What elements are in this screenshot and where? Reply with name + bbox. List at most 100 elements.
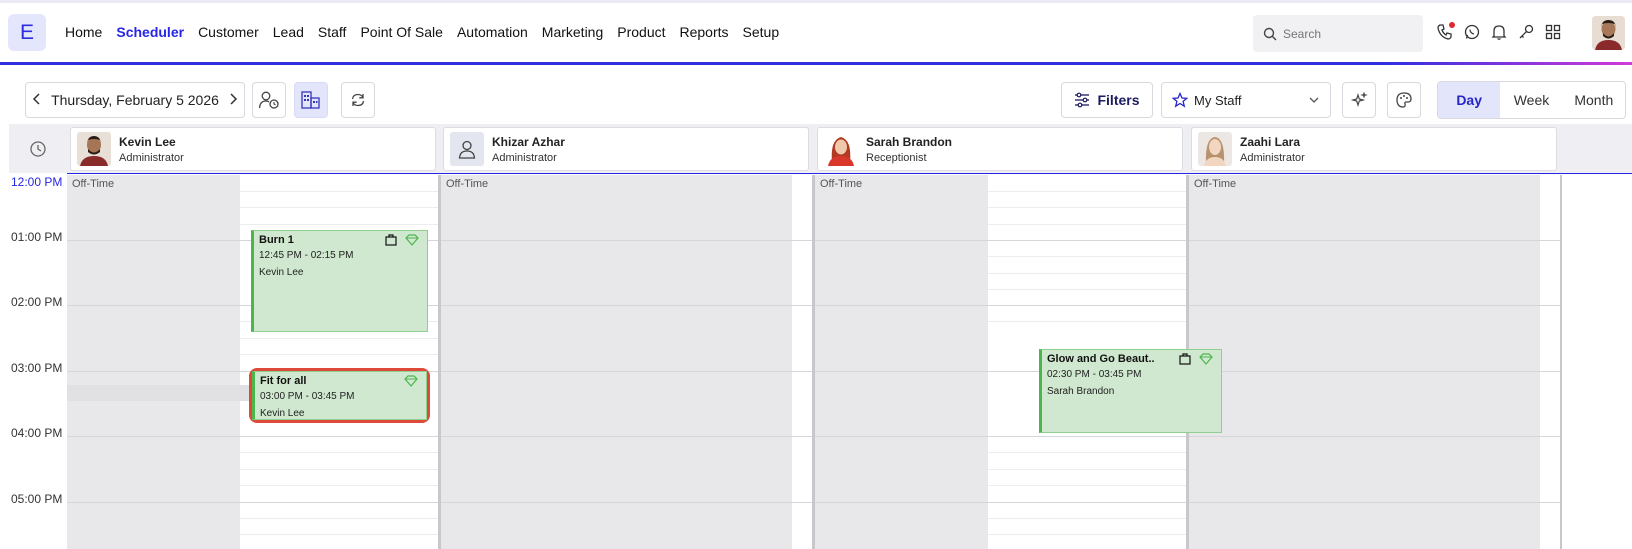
nav-home[interactable]: Home	[65, 24, 102, 40]
staff-role: Administrator	[1240, 151, 1305, 164]
theme-button[interactable]	[1387, 82, 1421, 118]
notification-dot	[1449, 22, 1455, 28]
slot-line	[240, 354, 438, 355]
nav-staff[interactable]: Staff	[318, 24, 347, 40]
refresh-icon	[351, 93, 365, 107]
staff-column-zaahi-lara[interactable]: Off-Time	[1189, 175, 1560, 549]
nav-scheduler[interactable]: Scheduler	[116, 24, 184, 40]
view-day-tab[interactable]: Day	[1438, 82, 1501, 118]
next-day-icon[interactable]	[222, 92, 244, 108]
appointment-time: 02:30 PM - 03:45 PM	[1047, 369, 1142, 380]
appointment-staff: Kevin Lee	[260, 408, 305, 419]
nav-accent-line	[0, 62, 1632, 65]
off-time-label: Off-Time	[1194, 178, 1237, 190]
slot-line	[988, 534, 1186, 535]
hour-line	[1189, 502, 1560, 503]
apps-grid-icon[interactable]	[1544, 23, 1562, 41]
slot-line	[240, 338, 438, 339]
hour-line	[1189, 436, 1560, 437]
nav-marketing[interactable]: Marketing	[542, 24, 603, 40]
nav-setup[interactable]: Setup	[743, 24, 780, 40]
current-time-line	[67, 173, 1632, 174]
key-icon[interactable]	[1517, 23, 1535, 41]
scheduler-toolbar: Thursday, February 5 2026 Filters My Sta…	[0, 74, 1632, 124]
slot-line	[988, 321, 1186, 322]
nav-product[interactable]: Product	[617, 24, 665, 40]
staff-select[interactable]: My Staff	[1161, 82, 1331, 118]
filters-label: Filters	[1097, 92, 1140, 108]
nav-point-of-sale[interactable]: Point Of Sale	[360, 24, 443, 40]
staff-avatar	[77, 132, 111, 166]
top-navigation-bar: E Home Scheduler Customer Lead Staff Poi…	[0, 0, 1632, 65]
time-label: 12:00 PM	[11, 175, 63, 189]
hour-line	[67, 502, 438, 503]
staff-role: Receptionist	[866, 151, 927, 164]
hour-line	[441, 436, 812, 437]
package-icon	[1179, 353, 1191, 365]
refresh-button[interactable]	[341, 82, 375, 118]
nav-lead[interactable]: Lead	[273, 24, 304, 40]
staff-availability-button[interactable]	[252, 82, 286, 118]
time-label: 02:00 PM	[11, 295, 63, 309]
view-switcher: Day Week Month	[1437, 81, 1626, 119]
appointment-fit-for-all[interactable]: Fit for all 03:00 PM - 03:45 PM Kevin Le…	[252, 371, 427, 420]
off-time-block: Off-Time	[441, 175, 792, 549]
staff-header-kevin-lee[interactable]: Kevin Lee Administrator	[70, 127, 436, 171]
off-time-block: Off-Time	[67, 175, 240, 549]
nav-reports[interactable]: Reports	[680, 24, 729, 40]
column-separator	[1560, 175, 1562, 549]
slot-line	[988, 224, 1186, 225]
staff-role: Administrator	[119, 151, 184, 164]
current-date[interactable]: Thursday, February 5 2026	[48, 92, 222, 108]
off-time-block: Off-Time	[815, 175, 988, 549]
view-month-tab[interactable]: Month	[1563, 82, 1625, 118]
nav-automation[interactable]: Automation	[457, 24, 528, 40]
slot-line	[988, 452, 1186, 453]
search-input[interactable]	[1283, 26, 1403, 41]
staff-select-value: My Staff	[1194, 92, 1242, 108]
staff-header-sarah-brandon[interactable]: Sarah Brandon Receptionist	[817, 127, 1183, 171]
slot-line	[240, 191, 438, 192]
slot-line	[240, 485, 438, 486]
hour-line	[441, 305, 812, 306]
hour-line	[67, 436, 438, 437]
appointment-glow-and-go[interactable]: Glow and Go Beaut.. 02:30 PM - 03:45 PM …	[1039, 349, 1222, 433]
slot-line	[988, 518, 1186, 519]
slot-line	[988, 469, 1186, 470]
slot-line	[988, 289, 1186, 290]
user-clock-icon	[258, 91, 279, 109]
hour-line	[1189, 240, 1560, 241]
whatsapp-icon[interactable]	[1463, 23, 1481, 41]
sliders-icon	[1075, 92, 1090, 108]
prev-day-icon[interactable]	[26, 92, 48, 108]
sparkle-button[interactable]	[1342, 82, 1376, 118]
slot-line	[988, 485, 1186, 486]
staff-header-zaahi-lara[interactable]: Zaahi Lara Administrator	[1191, 127, 1557, 171]
user-avatar[interactable]	[1592, 16, 1625, 50]
diamond-heart-icon	[404, 375, 418, 387]
hour-line	[441, 240, 812, 241]
phone-icon[interactable]	[1436, 22, 1455, 41]
staff-header-khizar-azhar[interactable]: Khizar Azhar Administrator	[443, 127, 809, 171]
package-icon	[385, 234, 397, 246]
appointment-burn-1[interactable]: Burn 1 12:45 PM - 02:15 PM Kevin Lee	[251, 230, 428, 332]
slot-line	[240, 469, 438, 470]
staff-name: Sarah Brandon	[866, 134, 953, 149]
app-logo[interactable]: E	[8, 14, 46, 51]
off-time-label: Off-Time	[446, 178, 489, 190]
off-time-block: Off-Time	[1189, 175, 1540, 549]
hour-line	[1189, 305, 1560, 306]
filters-button[interactable]: Filters	[1061, 82, 1153, 118]
search-box[interactable]	[1253, 15, 1423, 52]
nav-customer[interactable]: Customer	[198, 24, 259, 40]
view-week-tab[interactable]: Week	[1500, 82, 1562, 118]
off-time-label: Off-Time	[72, 178, 115, 190]
location-view-button[interactable]	[294, 82, 328, 118]
appointment-staff: Sarah Brandon	[1047, 386, 1115, 397]
staff-column-khizar-azhar[interactable]: Off-Time	[441, 175, 812, 549]
appointment-time: 03:00 PM - 03:45 PM	[260, 391, 355, 402]
staff-avatar	[824, 132, 858, 166]
top-icons	[1436, 22, 1562, 41]
bell-icon[interactable]	[1490, 23, 1508, 41]
time-label: 05:00 PM	[11, 492, 63, 506]
